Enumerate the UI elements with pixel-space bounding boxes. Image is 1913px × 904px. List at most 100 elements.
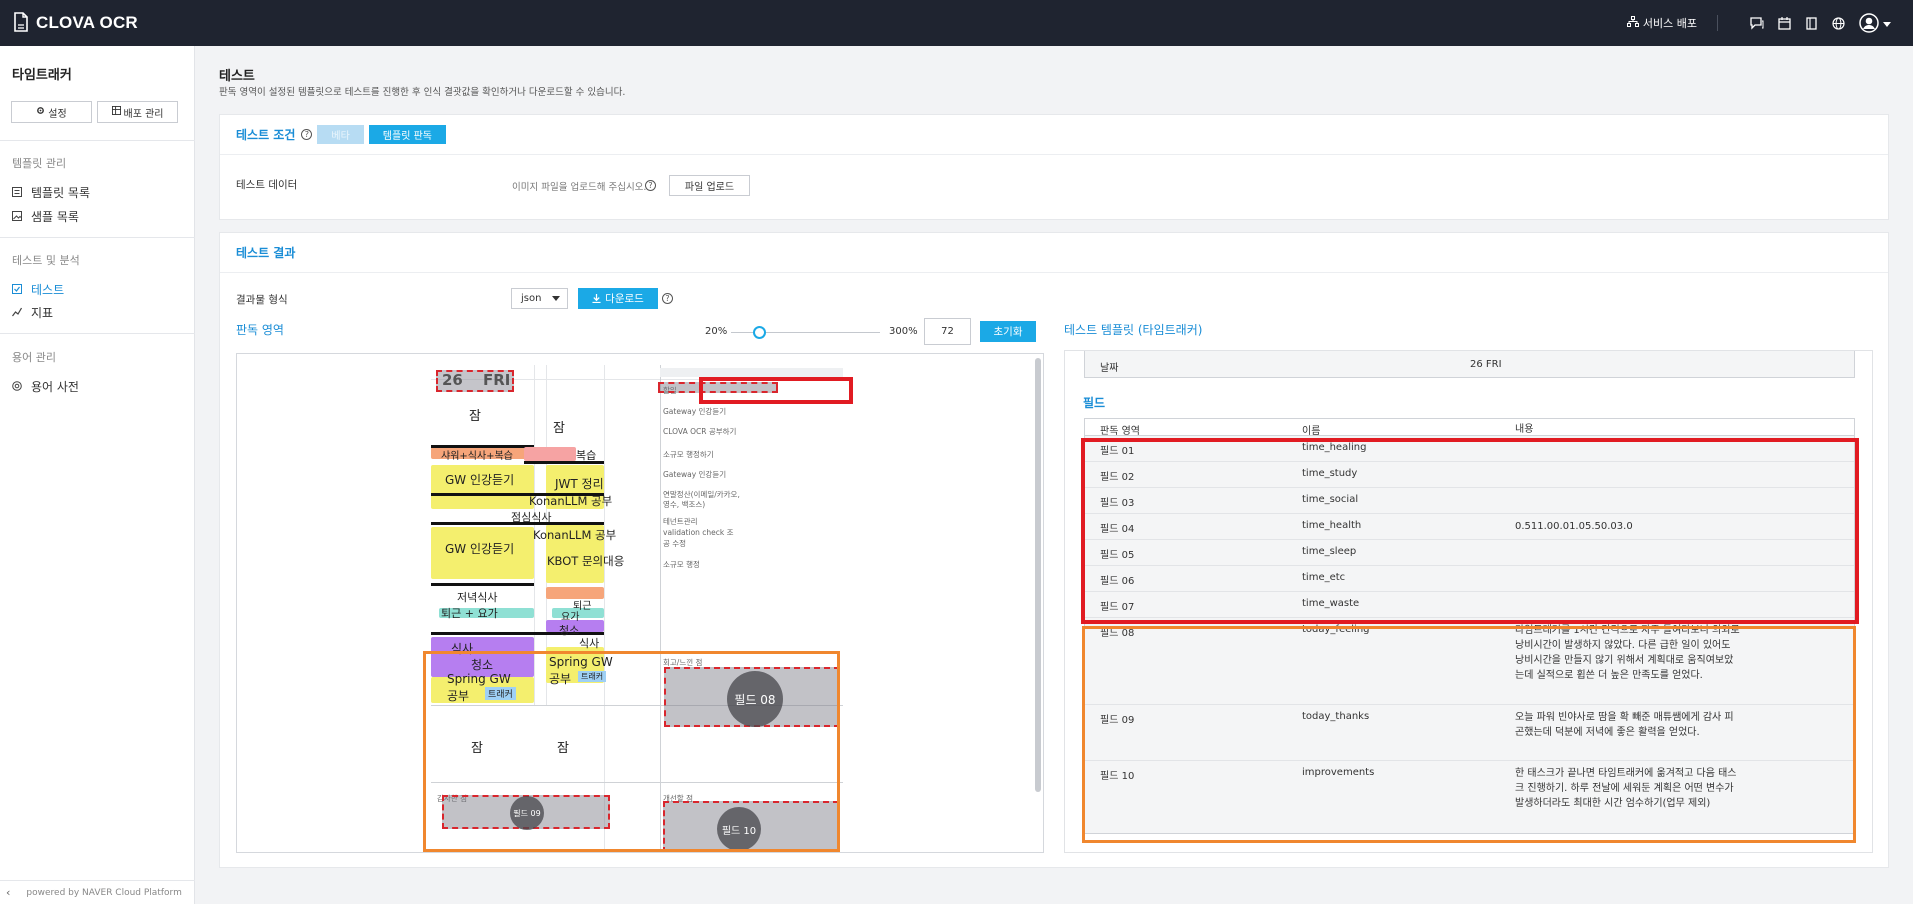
reset-zoom-button[interactable]: 초기화 [980,321,1036,342]
help-icon[interactable]: ? [662,293,673,304]
ink-line [534,522,604,525]
target-icon [12,380,31,394]
doc-mid-text: KBOT 문의대응 [547,554,625,568]
download-button[interactable]: 다운로드 [578,288,658,309]
sidebar-item-metrics[interactable]: 지표 [12,304,53,321]
image-icon [12,210,31,224]
sidebar-item-label: 테스트 [31,283,65,297]
doc-left-text: 샤워+식사+복습 [441,451,513,462]
zoom-slider-handle[interactable] [752,326,766,339]
page-title: 테스트 [219,69,255,84]
user-avatar-icon[interactable] [1859,13,1879,33]
ink-line [431,583,534,586]
sidebar-item-dictionary[interactable]: 용어 사전 [12,378,79,395]
red-highlight-box [1081,438,1859,624]
page-description: 판독 영역이 설정된 템플릿으로 테스트를 진행한 후 인식 결괏값을 확인하거… [219,87,626,98]
caret-down-icon [552,296,560,301]
date-label: 날짜 [1100,363,1119,374]
trend-icon [12,306,31,320]
test-data-label: 테스트 데이터 [236,179,298,191]
sidebar-item-label: 샘플 목록 [31,210,79,224]
project-title: 타임트래커 [12,68,72,83]
sidebar-group-template: 템플릿 관리 [12,157,67,170]
doc-mid-text: 복습 [576,449,597,462]
doc-mid-text: 식사 [579,637,600,650]
format-select[interactable]: json [511,288,568,309]
result-format-label: 결과물 형식 [236,294,288,306]
sidebar-group-terms: 용어 관리 [12,351,56,364]
zoom-value-input[interactable]: 72 [924,318,971,345]
file-upload-button[interactable]: 파일 업로드 [669,175,750,196]
gear-icon [36,106,48,118]
sidebar-item-label: 템플릿 목록 [31,186,91,200]
sidebar-divider [0,237,195,238]
chat-icon[interactable] [1750,16,1764,30]
read-area-title: 판독 영역 [236,323,284,337]
sidebar: 타임트래커 설정 배포 관리 템플릿 관리 템플릿 목록 샘플 목록 테스트 및… [0,46,195,904]
doc-mid-text: KonanLLM 공부 [533,528,617,542]
checkbox-icon [12,283,31,297]
service-deploy-link[interactable]: 서비스 배포 [1626,15,1697,31]
sidebar-divider [0,333,195,334]
settings-button[interactable]: 설정 [11,101,92,123]
doc-mid-text: KonanLLM 공부 [529,494,613,508]
zoom-max-label: 300% [889,326,918,337]
doc-left-text: 잠 [469,409,481,424]
beta-tab[interactable]: 베타 [317,125,364,144]
highlight [524,447,576,461]
column-header-content: 내용 [1515,424,1534,435]
book-icon[interactable] [1805,16,1818,30]
column-header-area: 판독 영역 [1100,426,1140,437]
document-icon [13,11,29,35]
format-select-value: json [521,293,542,304]
test-conditions-header: 테스트 조건 ? 베타 템플릿 판독 [220,115,1888,155]
date-result-row: 날짜 26 FRI [1084,351,1855,378]
doc-date-num: 26 [442,371,463,389]
zoom-min-label: 20% [705,326,728,337]
orange-highlight-box [423,651,840,852]
doc-date-day: FRI [483,371,511,389]
doc-mid-text: 요가 [561,612,580,623]
globe-icon[interactable] [1832,16,1845,30]
sidebar-item-template-list[interactable]: 템플릿 목록 [12,184,90,201]
sidebar-item-sample-list[interactable]: 샘플 목록 [12,208,79,225]
chevron-down-icon[interactable] [1883,17,1891,30]
download-icon [592,294,601,303]
service-deploy-label: 서비스 배포 [1642,17,1697,30]
help-icon[interactable]: ? [645,180,656,191]
template-results-title: 테스트 템플릿 (타임트래커) [1064,323,1203,337]
top-bar: CLOVA OCR 서비스 배포 [0,0,1913,46]
calendar-icon[interactable] [1778,16,1791,30]
doc-note: Gateway 인강듣기 [663,470,727,479]
ink-line [431,632,534,635]
column-header-name: 이름 [1302,426,1321,437]
test-conditions-title: 테스트 조건 [236,128,296,142]
deploy-management-button[interactable]: 배포 관리 [97,101,178,123]
doc-header-strip [660,368,843,377]
collapse-chevron-icon[interactable]: ‹ [6,886,10,899]
doc-mid-text: 잠 [553,421,565,436]
red-highlight-box [699,377,853,404]
viewer-scrollbar[interactable] [1035,358,1041,792]
topbar-divider [1717,15,1718,31]
sidebar-footer: ‹ powered by NAVER Cloud Platform [0,880,195,904]
sidebar-divider [0,140,195,141]
sidebar-item-label: 지표 [31,306,54,320]
download-label: 다운로드 [605,293,644,305]
doc-note: 소규모 행정하기 [663,450,714,459]
doc-left-text: GW 인강듣기 [445,542,515,556]
doc-note: 공 수정 [663,539,687,548]
template-read-tab[interactable]: 템플릿 판독 [368,125,446,144]
doc-note: CLOVA OCR 공부하기 [663,427,737,436]
doc-left-text: 퇴근 + 요가 [441,607,498,620]
sitemap-icon [1626,16,1643,30]
doc-left-text: GW 인강듣기 [445,473,515,487]
app-title: CLOVA OCR [36,13,138,32]
test-conditions-card: 테스트 조건 ? 베타 템플릿 판독 테스트 데이터 이미지 파일을 업로드해 … [219,114,1889,220]
help-icon[interactable]: ? [301,129,313,140]
app-logo[interactable]: CLOVA OCR [13,11,138,35]
sidebar-item-test[interactable]: 테스트 [12,281,64,298]
test-results-title: 테스트 결과 [236,246,296,260]
grid-icon [111,106,124,118]
deploy-management-label: 배포 관리 [123,108,164,120]
